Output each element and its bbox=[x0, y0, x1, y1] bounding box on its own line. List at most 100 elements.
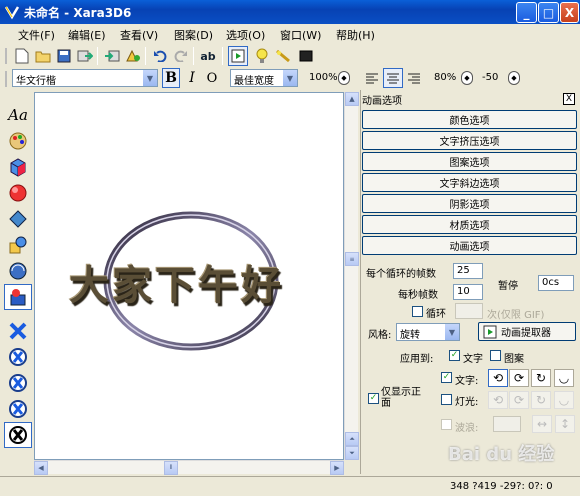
width-mode-select[interactable]: 最佳宽度 ▼ bbox=[230, 69, 298, 87]
menu-file[interactable]: 文件(F) bbox=[18, 27, 55, 43]
loop-count-input[interactable] bbox=[455, 303, 483, 319]
open-folder-icon[interactable] bbox=[33, 46, 53, 66]
line-spacing-spinner[interactable]: ◆ bbox=[461, 71, 473, 85]
spell-text-icon[interactable]: ab bbox=[198, 46, 218, 66]
menu-view[interactable]: 查看(V) bbox=[120, 27, 158, 43]
rotate-y-icon[interactable]: ⟲ bbox=[488, 369, 508, 387]
texture-options-button[interactable]: 材质选项 bbox=[362, 215, 577, 234]
x-spin-icon[interactable] bbox=[4, 370, 32, 396]
light-direction-icon[interactable] bbox=[273, 46, 293, 66]
undo-icon[interactable] bbox=[150, 46, 170, 66]
color-palette-icon[interactable] bbox=[4, 128, 32, 154]
save-icon[interactable] bbox=[54, 46, 74, 66]
style-select[interactable]: 旋转 ▼ bbox=[396, 323, 460, 341]
hscroll-thumb[interactable]: ⦀ bbox=[164, 461, 178, 475]
pause-input[interactable]: 0cs bbox=[538, 275, 574, 291]
light-rotate-x-icon[interactable]: ⟳ bbox=[509, 391, 529, 409]
x-rotate-icon[interactable] bbox=[4, 344, 32, 370]
minimize-button[interactable]: _ bbox=[516, 2, 537, 23]
zoom-value[interactable]: 100% bbox=[309, 72, 338, 83]
times-gif-label: 次(仅限 GIF) bbox=[487, 310, 545, 321]
panel-close-button[interactable]: X bbox=[563, 93, 575, 105]
pause-label: 暂停 bbox=[498, 281, 518, 292]
apply-text-checkbox[interactable]: ✓ bbox=[449, 350, 460, 361]
bevel-options-button[interactable]: 文字斜边选项 bbox=[362, 173, 577, 192]
light-animate-checkbox[interactable] bbox=[441, 394, 452, 405]
horizontal-scrollbar[interactable]: ◀ ⦀ ▶ bbox=[34, 460, 344, 475]
shadow-icon[interactable] bbox=[4, 206, 32, 232]
spin-icon[interactable]: ↻ bbox=[531, 369, 551, 387]
x-logo-icon[interactable] bbox=[4, 318, 32, 344]
import-design-icon[interactable] bbox=[123, 46, 143, 66]
kerning-spinner[interactable]: ◆ bbox=[508, 71, 520, 85]
apply-pattern-checkbox[interactable] bbox=[490, 350, 501, 361]
outline-button[interactable]: O bbox=[202, 68, 222, 88]
animation-extractor-button[interactable]: 动画提取器 bbox=[478, 322, 576, 341]
x-pulse-icon[interactable] bbox=[4, 422, 32, 448]
shadow-options-button[interactable]: 阴影选项 bbox=[362, 194, 577, 213]
light-spin-icon[interactable]: ↻ bbox=[531, 391, 551, 409]
status-coordinates: 348 ?419 -29?: 0?: 0 bbox=[450, 481, 553, 492]
left-toolbar: Aa bbox=[4, 94, 32, 464]
new-file-icon[interactable] bbox=[12, 46, 32, 66]
light-swing-icon[interactable]: ◡ bbox=[554, 391, 574, 409]
rotate-x-icon[interactable]: ⟳ bbox=[509, 369, 529, 387]
frames-per-loop-input[interactable]: 25 bbox=[453, 263, 483, 279]
animation-tool-icon[interactable] bbox=[4, 284, 32, 310]
animation-options-button[interactable]: 动画选项 bbox=[362, 236, 577, 255]
design-text[interactable]: 大家下午好 bbox=[69, 253, 284, 311]
text-animate-checkbox[interactable]: ✓ bbox=[441, 372, 452, 383]
text-tool-icon[interactable]: Aa bbox=[4, 102, 32, 128]
lighting-icon[interactable] bbox=[4, 258, 32, 284]
extrude-options-button[interactable]: 文字挤压选项 bbox=[362, 131, 577, 150]
loop-checkbox[interactable] bbox=[412, 306, 423, 317]
menu-help[interactable]: 帮助(H) bbox=[336, 27, 375, 43]
bevel-sphere-icon[interactable] bbox=[4, 180, 32, 206]
scroll-right-icon[interactable]: ▶ bbox=[330, 461, 344, 475]
maximize-button[interactable]: □ bbox=[538, 2, 559, 23]
kerning-value[interactable]: -50 bbox=[482, 72, 498, 83]
italic-button[interactable]: I bbox=[182, 68, 202, 88]
align-right-icon[interactable] bbox=[404, 68, 424, 88]
menu-options[interactable]: 选项(O) bbox=[226, 27, 265, 43]
export-icon[interactable] bbox=[75, 46, 95, 66]
wave-input[interactable] bbox=[493, 416, 521, 432]
bold-button[interactable]: B bbox=[162, 68, 180, 88]
wave-horizontal-icon[interactable]: ↔ bbox=[532, 415, 552, 433]
swing-icon[interactable]: ◡ bbox=[554, 369, 574, 387]
texture-icon[interactable] bbox=[4, 232, 32, 258]
background-color-icon[interactable] bbox=[296, 46, 316, 66]
menu-edit[interactable]: 编辑(E) bbox=[68, 27, 106, 43]
menu-design[interactable]: 图案(D) bbox=[174, 27, 213, 43]
animation-toggle-icon[interactable] bbox=[228, 46, 248, 66]
page-up-icon[interactable]: ⏶ bbox=[345, 432, 359, 446]
style-label: 风格: bbox=[368, 330, 392, 341]
redo-icon[interactable] bbox=[171, 46, 191, 66]
menu-window[interactable]: 窗口(W) bbox=[280, 27, 321, 43]
page-down-icon[interactable]: ⏷ bbox=[345, 446, 359, 460]
import-icon[interactable] bbox=[102, 46, 122, 66]
vertical-scrollbar[interactable]: ▲ ≡ ⏶ ⏷ bbox=[344, 92, 359, 460]
align-left-icon[interactable] bbox=[362, 68, 382, 88]
scroll-left-icon[interactable]: ◀ bbox=[34, 461, 48, 475]
wave-checkbox[interactable] bbox=[441, 419, 452, 430]
lightbulb-icon[interactable] bbox=[252, 46, 272, 66]
animation-extractor-label: 动画提取器 bbox=[501, 328, 551, 339]
close-button[interactable]: X bbox=[560, 2, 579, 23]
show-front-checkbox[interactable]: ✓ bbox=[368, 393, 379, 404]
scroll-thumb[interactable]: ≡ bbox=[345, 252, 359, 266]
design-canvas[interactable]: 大家下午好 bbox=[34, 92, 344, 460]
line-spacing-value[interactable]: 80% bbox=[434, 72, 456, 83]
align-center-icon[interactable] bbox=[383, 68, 403, 88]
light-rotate-y-icon[interactable]: ⟲ bbox=[488, 391, 508, 409]
scroll-up-icon[interactable]: ▲ bbox=[345, 92, 359, 106]
x-swing-icon[interactable] bbox=[4, 396, 32, 422]
extrude-cube-icon[interactable] bbox=[4, 154, 32, 180]
zoom-spinner[interactable]: ◆ bbox=[338, 71, 350, 85]
wave-vertical-icon[interactable]: ↕ bbox=[555, 415, 575, 433]
fps-input[interactable]: 10 bbox=[453, 284, 483, 300]
color-options-button[interactable]: 颜色选项 bbox=[362, 110, 577, 129]
film-icon bbox=[483, 325, 497, 338]
font-select[interactable]: 华文行楷 ▼ bbox=[12, 69, 158, 87]
design-options-button[interactable]: 图案选项 bbox=[362, 152, 577, 171]
